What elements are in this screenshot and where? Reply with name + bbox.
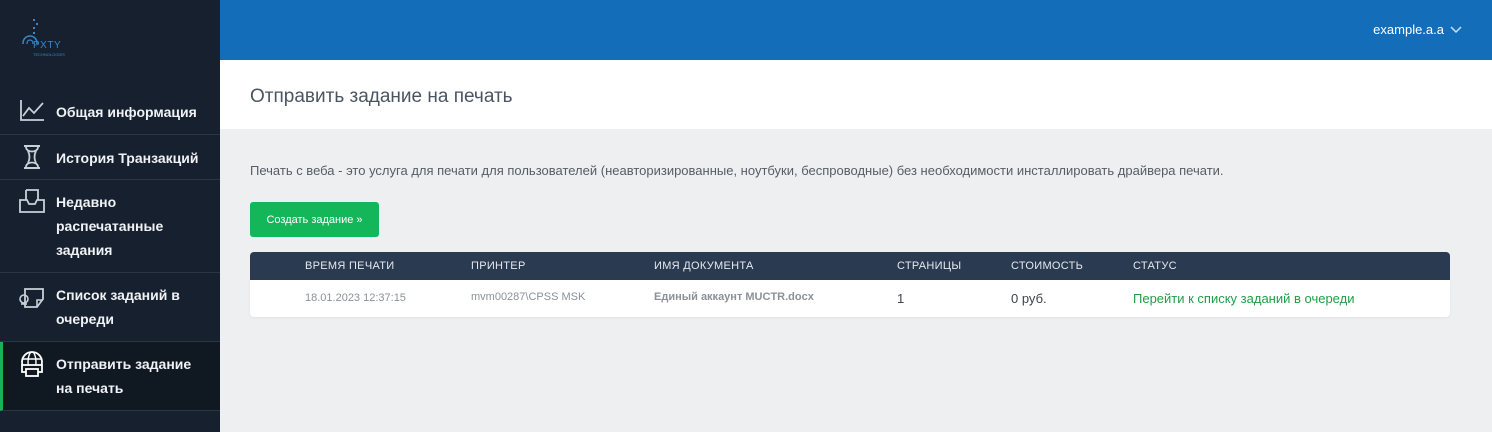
sidebar-item-recent-jobs[interactable]: Недавно распечатанные задания	[0, 180, 220, 273]
logo-text: PXTY	[33, 40, 62, 51]
main-content: Печать с веба - это услуга для печати дл…	[220, 129, 1492, 432]
web-print-icon	[21, 351, 43, 377]
logo-subtext: TECHNOLOGIES	[33, 52, 65, 57]
cell-printer: mvm00287\CPSS MSK	[471, 291, 586, 303]
sidebar-item-queue[interactable]: Список заданий в очереди	[0, 273, 220, 342]
top-bar: example.a.a	[220, 0, 1492, 60]
cell-cost: 0 руб.	[1011, 291, 1047, 306]
hourglass-icon	[24, 145, 40, 169]
column-header-status[interactable]: СТАТУС	[1133, 260, 1177, 272]
brand-logo[interactable]: PXTY TECHNOLOGIES	[18, 16, 88, 64]
table-header: ВРЕМЯ ПЕЧАТИ ПРИНТЕР ИМЯ ДОКУМЕНТА СТРАН…	[250, 252, 1450, 280]
cell-time: 18.01.2023 12:37:15	[305, 292, 406, 304]
sidebar-item-label: Общая информация	[56, 104, 197, 120]
sidebar-nav: Общая информация История Транзакций Неда…	[0, 89, 220, 411]
cell-pages: 1	[897, 291, 905, 306]
status-link[interactable]: Перейти к списку заданий в очереди	[1133, 291, 1354, 306]
sidebar-item-label: История Транзакций	[56, 150, 199, 166]
sidebar-item-label: Список заданий в очереди	[56, 287, 180, 327]
cell-document: Единый аккаунт MUCTR.docx	[654, 291, 814, 303]
chart-line-icon	[20, 100, 44, 121]
column-header-cost[interactable]: СТОИМОСТЬ	[1011, 260, 1083, 272]
page-header: Отправить задание на печать	[220, 60, 1492, 129]
column-header-pages[interactable]: СТРАНИЦЫ	[897, 260, 961, 272]
sidebar: PXTY TECHNOLOGIES Общая информация Истор…	[0, 0, 220, 432]
page-description: Печать с веба - это услуга для печати дл…	[250, 163, 1224, 178]
column-header-printer[interactable]: ПРИНТЕР	[471, 260, 526, 272]
sidebar-item-web-print[interactable]: Отправить задание на печать	[0, 342, 220, 411]
column-header-document[interactable]: ИМЯ ДОКУМЕНТА	[654, 260, 754, 272]
chevron-down-icon	[1450, 25, 1462, 33]
column-header-time[interactable]: ВРЕМЯ ПЕЧАТИ	[305, 260, 394, 272]
page-title: Отправить задание на печать	[250, 86, 513, 107]
create-job-button[interactable]: Создать задание »	[250, 202, 379, 237]
table-row: 18.01.2023 12:37:15 mvm00287\CPSS MSK Ед…	[250, 280, 1450, 317]
user-menu[interactable]: example.a.a	[1373, 22, 1462, 37]
sidebar-item-transactions[interactable]: История Транзакций	[0, 135, 220, 180]
sidebar-item-overview[interactable]: Общая информация	[0, 89, 220, 135]
print-jobs-table: ВРЕМЯ ПЕЧАТИ ПРИНТЕР ИМЯ ДОКУМЕНТА СТРАН…	[250, 252, 1450, 317]
inbox-tray-icon	[19, 189, 45, 213]
sidebar-item-label: Недавно распечатанные задания	[56, 194, 164, 258]
sidebar-item-label: Отправить задание на печать	[56, 356, 192, 396]
printer-queue-icon	[19, 288, 44, 308]
username: example.a.a	[1373, 22, 1444, 37]
